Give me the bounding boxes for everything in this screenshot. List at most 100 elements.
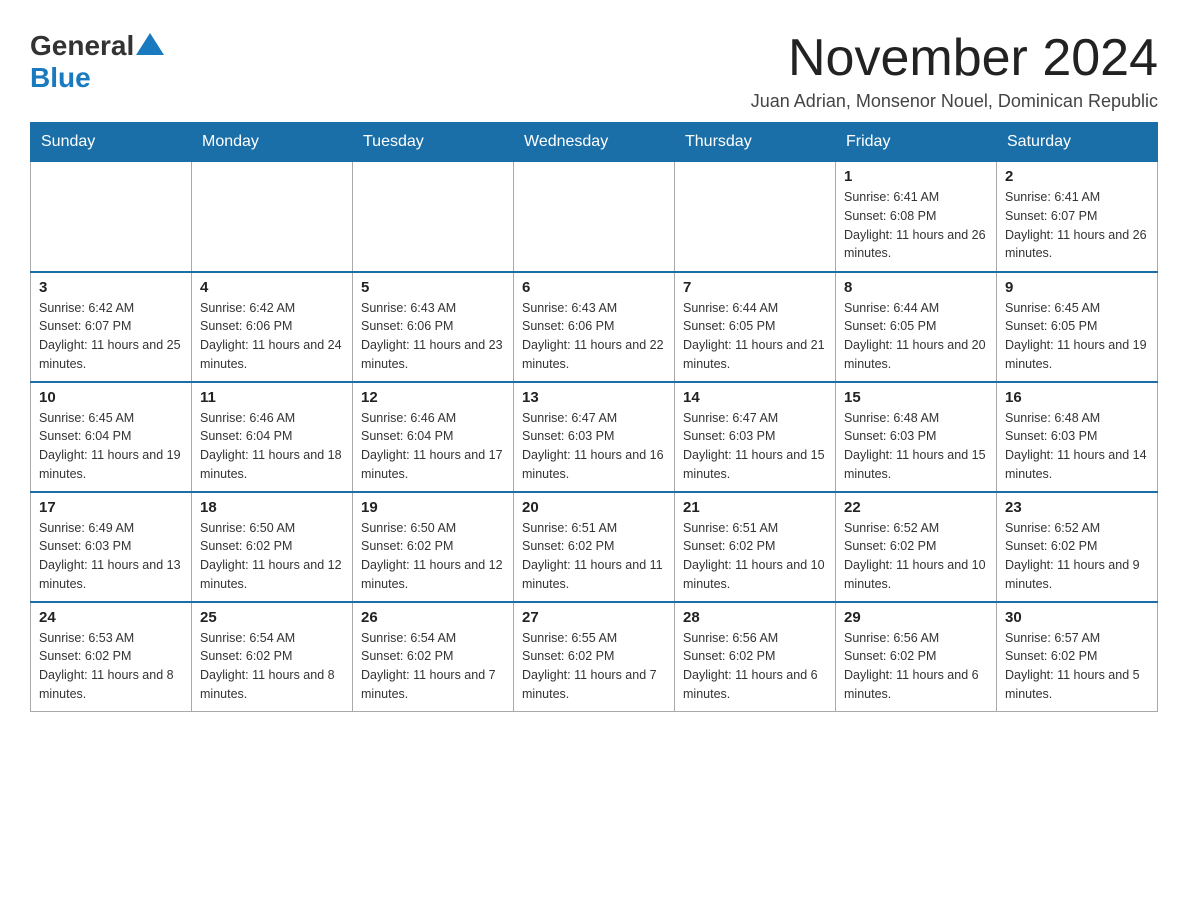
weekday-header-saturday: Saturday: [997, 123, 1158, 162]
day-info: Sunrise: 6:56 AMSunset: 6:02 PMDaylight:…: [844, 629, 988, 704]
day-info: Sunrise: 6:49 AMSunset: 6:03 PMDaylight:…: [39, 519, 183, 594]
calendar-cell: 27 Sunrise: 6:55 AMSunset: 6:02 PMDayligh…: [514, 602, 675, 712]
day-info: Sunrise: 6:42 AMSunset: 6:07 PMDaylight:…: [39, 299, 183, 374]
day-number: 13: [522, 389, 666, 406]
day-number: 27: [522, 609, 666, 626]
calendar-week-row: 24Sunrise: 6:53 AMSunset: 6:02 PMDayligh…: [31, 602, 1158, 712]
day-info: Sunrise: 6:41 AMSunset: 6:08 PMDaylight:…: [844, 188, 988, 263]
day-number: 28: [683, 609, 827, 626]
day-number: 7: [683, 279, 827, 296]
calendar-cell: [192, 162, 353, 272]
calendar-cell: 8 Sunrise: 6:44 AMSunset: 6:05 PMDaylight…: [836, 272, 997, 382]
calendar-cell: 4 Sunrise: 6:42 AMSunset: 6:06 PMDaylight…: [192, 272, 353, 382]
calendar-cell: 3 Sunrise: 6:42 AMSunset: 6:07 PMDaylight…: [31, 272, 192, 382]
day-number: 2: [1005, 168, 1149, 185]
location-subtitle: Juan Adrian, Monsenor Nouel, Dominican R…: [751, 91, 1158, 112]
calendar-cell: 1 Sunrise: 6:41 AMSunset: 6:08 PMDaylight…: [836, 162, 997, 272]
day-number: 10: [39, 389, 183, 406]
day-info: Sunrise: 6:52 AMSunset: 6:02 PMDaylight:…: [1005, 519, 1149, 594]
day-info: Sunrise: 6:51 AMSunset: 6:02 PMDaylight:…: [522, 519, 666, 594]
calendar-cell: [514, 162, 675, 272]
calendar-cell: 15 Sunrise: 6:48 AMSunset: 6:03 PMDayligh…: [836, 382, 997, 492]
calendar-cell: [353, 162, 514, 272]
day-info: Sunrise: 6:45 AMSunset: 6:05 PMDaylight:…: [1005, 299, 1149, 374]
title-area: November 2024 Juan Adrian, Monsenor Noue…: [751, 30, 1158, 112]
page-header: General Blue November 2024 Juan Adrian, …: [30, 30, 1158, 112]
day-number: 15: [844, 389, 988, 406]
day-number: 3: [39, 279, 183, 296]
weekday-header-row: SundayMondayTuesdayWednesdayThursdayFrid…: [31, 123, 1158, 162]
calendar-cell: 29 Sunrise: 6:56 AMSunset: 6:02 PMDayligh…: [836, 602, 997, 712]
day-number: 29: [844, 609, 988, 626]
calendar-cell: 22Sunrise: 6:52 AMSunset: 6:02 PMDayligh…: [836, 492, 997, 602]
day-info: Sunrise: 6:51 AMSunset: 6:02 PMDaylight:…: [683, 519, 827, 594]
calendar-week-row: 1 Sunrise: 6:41 AMSunset: 6:08 PMDaylight…: [31, 162, 1158, 272]
day-info: Sunrise: 6:44 AMSunset: 6:05 PMDaylight:…: [683, 299, 827, 374]
calendar-cell: 5 Sunrise: 6:43 AMSunset: 6:06 PMDaylight…: [353, 272, 514, 382]
calendar-cell: 7 Sunrise: 6:44 AMSunset: 6:05 PMDaylight…: [675, 272, 836, 382]
day-number: 22: [844, 499, 988, 516]
calendar-cell: 6 Sunrise: 6:43 AMSunset: 6:06 PMDaylight…: [514, 272, 675, 382]
weekday-header-tuesday: Tuesday: [353, 123, 514, 162]
day-number: 21: [683, 499, 827, 516]
calendar-week-row: 17Sunrise: 6:49 AMSunset: 6:03 PMDayligh…: [31, 492, 1158, 602]
day-info: Sunrise: 6:46 AMSunset: 6:04 PMDaylight:…: [200, 409, 344, 484]
calendar-cell: 25Sunrise: 6:54 AMSunset: 6:02 PMDayligh…: [192, 602, 353, 712]
calendar-cell: 19 Sunrise: 6:50 AMSunset: 6:02 PMDayligh…: [353, 492, 514, 602]
calendar-cell: 2 Sunrise: 6:41 AMSunset: 6:07 PMDaylight…: [997, 162, 1158, 272]
weekday-header-sunday: Sunday: [31, 123, 192, 162]
day-number: 11: [200, 389, 344, 406]
calendar-cell: [31, 162, 192, 272]
calendar-cell: 16Sunrise: 6:48 AMSunset: 6:03 PMDayligh…: [997, 382, 1158, 492]
weekday-header-wednesday: Wednesday: [514, 123, 675, 162]
day-info: Sunrise: 6:53 AMSunset: 6:02 PMDaylight:…: [39, 629, 183, 704]
day-number: 16: [1005, 389, 1149, 406]
day-info: Sunrise: 6:54 AMSunset: 6:02 PMDaylight:…: [361, 629, 505, 704]
day-info: Sunrise: 6:55 AMSunset: 6:02 PMDaylight:…: [522, 629, 666, 704]
day-number: 12: [361, 389, 505, 406]
logo-text: General: [30, 30, 166, 62]
day-number: 14: [683, 389, 827, 406]
day-info: Sunrise: 6:44 AMSunset: 6:05 PMDaylight:…: [844, 299, 988, 374]
day-number: 1: [844, 168, 988, 185]
day-number: 5: [361, 279, 505, 296]
calendar-cell: 21 Sunrise: 6:51 AMSunset: 6:02 PMDayligh…: [675, 492, 836, 602]
month-title: November 2024: [751, 30, 1158, 87]
day-info: Sunrise: 6:50 AMSunset: 6:02 PMDaylight:…: [361, 519, 505, 594]
day-info: Sunrise: 6:48 AMSunset: 6:03 PMDaylight:…: [844, 409, 988, 484]
weekday-header-thursday: Thursday: [675, 123, 836, 162]
calendar-cell: 28Sunrise: 6:56 AMSunset: 6:02 PMDayligh…: [675, 602, 836, 712]
day-info: Sunrise: 6:50 AMSunset: 6:02 PMDaylight:…: [200, 519, 344, 594]
day-info: Sunrise: 6:57 AMSunset: 6:02 PMDaylight:…: [1005, 629, 1149, 704]
day-number: 20: [522, 499, 666, 516]
day-info: Sunrise: 6:43 AMSunset: 6:06 PMDaylight:…: [522, 299, 666, 374]
day-number: 9: [1005, 279, 1149, 296]
calendar-cell: 18 Sunrise: 6:50 AMSunset: 6:02 PMDayligh…: [192, 492, 353, 602]
logo-general: General: [30, 30, 134, 62]
day-info: Sunrise: 6:46 AMSunset: 6:04 PMDaylight:…: [361, 409, 505, 484]
day-number: 6: [522, 279, 666, 296]
day-number: 30: [1005, 609, 1149, 626]
calendar-table: SundayMondayTuesdayWednesdayThursdayFrid…: [30, 122, 1158, 712]
day-number: 26: [361, 609, 505, 626]
day-number: 4: [200, 279, 344, 296]
calendar-cell: 20 Sunrise: 6:51 AMSunset: 6:02 PMDayligh…: [514, 492, 675, 602]
day-info: Sunrise: 6:43 AMSunset: 6:06 PMDaylight:…: [361, 299, 505, 374]
calendar-cell: 24Sunrise: 6:53 AMSunset: 6:02 PMDayligh…: [31, 602, 192, 712]
day-number: 23: [1005, 499, 1149, 516]
calendar-cell: [675, 162, 836, 272]
day-info: Sunrise: 6:41 AMSunset: 6:07 PMDaylight:…: [1005, 188, 1149, 263]
day-info: Sunrise: 6:47 AMSunset: 6:03 PMDaylight:…: [522, 409, 666, 484]
day-number: 18: [200, 499, 344, 516]
day-info: Sunrise: 6:54 AMSunset: 6:02 PMDaylight:…: [200, 629, 344, 704]
calendar-cell: 17Sunrise: 6:49 AMSunset: 6:03 PMDayligh…: [31, 492, 192, 602]
calendar-cell: 11 Sunrise: 6:46 AMSunset: 6:04 PMDayligh…: [192, 382, 353, 492]
day-info: Sunrise: 6:47 AMSunset: 6:03 PMDaylight:…: [683, 409, 827, 484]
day-number: 19: [361, 499, 505, 516]
day-info: Sunrise: 6:42 AMSunset: 6:06 PMDaylight:…: [200, 299, 344, 374]
calendar-cell: 12 Sunrise: 6:46 AMSunset: 6:04 PMDayligh…: [353, 382, 514, 492]
day-info: Sunrise: 6:45 AMSunset: 6:04 PMDaylight:…: [39, 409, 183, 484]
day-number: 8: [844, 279, 988, 296]
weekday-header-friday: Friday: [836, 123, 997, 162]
calendar-week-row: 10 Sunrise: 6:45 AMSunset: 6:04 PMDayligh…: [31, 382, 1158, 492]
